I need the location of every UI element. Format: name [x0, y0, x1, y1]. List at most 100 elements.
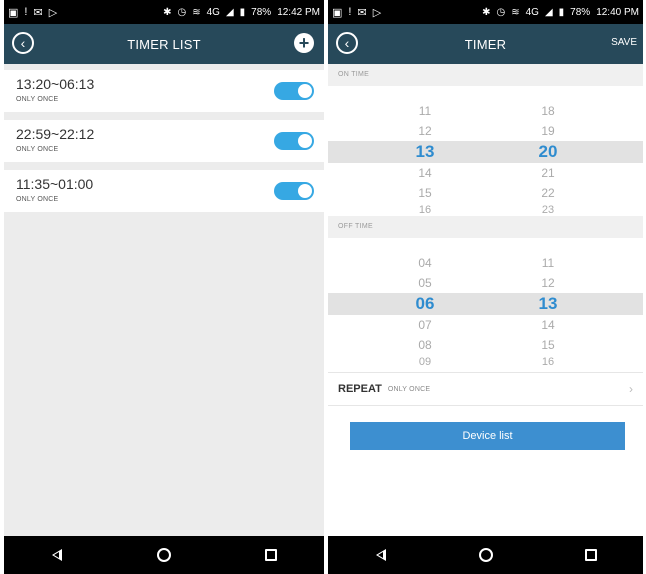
picker-selection-band — [328, 293, 643, 315]
app-bar: ‹ TIMER LIST + — [4, 24, 324, 64]
on-time-label: ON TIME — [328, 64, 643, 86]
nav-back-icon[interactable] — [45, 543, 69, 567]
toggle-knob — [298, 134, 312, 148]
play-icon: ▷ — [372, 6, 382, 19]
status-time: 12:40 PM — [596, 6, 639, 18]
nav-home-icon[interactable] — [474, 543, 498, 567]
alarm-icon: ◷ — [177, 6, 187, 18]
navigation-bar — [4, 536, 324, 574]
battery-level: 78% — [251, 6, 272, 18]
back-circle-icon[interactable]: ‹ — [336, 32, 358, 54]
timer-range: 22:59~22:12 — [16, 126, 95, 142]
off-minute-wheel[interactable]: 11 12 13 14 15 16 — [518, 253, 578, 365]
picker-value: 14 — [541, 318, 555, 332]
toggle-knob — [298, 184, 312, 198]
device-list-button[interactable]: Device list — [350, 422, 625, 450]
repeat-label: REPEAT — [338, 383, 382, 395]
picker-value: 07 — [418, 318, 432, 332]
repeat-value: ONLY ONCE — [387, 385, 431, 393]
picker-value: 23 — [541, 204, 555, 213]
list-item[interactable]: 11:35~01:00 ONLY ONCE — [4, 170, 324, 212]
back-circle-icon[interactable]: ‹ — [12, 32, 34, 54]
nav-recent-icon[interactable] — [579, 543, 603, 567]
timer-range: 11:35~01:00 — [16, 176, 94, 192]
navigation-bar — [328, 536, 643, 574]
system-icons: ✱ ◷ ≋ 4G ◢ ▮ 78% 12:42 PM — [163, 7, 320, 18]
timer-range: 13:20~06:13 — [16, 76, 95, 92]
picker-value: 12 — [541, 276, 555, 290]
wifi-icon: ≋ — [511, 6, 520, 18]
chevron-right-icon: › — [629, 382, 633, 396]
timer-list: 13:20~06:13 ONLY ONCE 22:59~22:12 ONLY O… — [4, 70, 324, 220]
selected-hour: 13 — [415, 142, 435, 161]
timer-toggle[interactable] — [274, 82, 314, 100]
alert-icon: ! — [348, 6, 352, 18]
alarm-icon: ◷ — [496, 6, 506, 18]
play-icon: ▷ — [48, 6, 58, 19]
notification-icons: ▣ ! ✉ ▷ — [8, 6, 57, 19]
picker-value: 05 — [418, 276, 432, 290]
network-type: 4G — [206, 6, 220, 18]
status-bar: ▣ ! ✉ ▷ ✱ ◷ ≋ 4G ◢ ▮ 78% 12:40 PM — [328, 0, 643, 24]
list-item[interactable]: 22:59~22:12 ONLY ONCE — [4, 120, 324, 162]
app-bar: ‹ TIMER SAVE — [328, 24, 643, 64]
nav-recent-icon[interactable] — [259, 543, 283, 567]
image-icon: ▣ — [332, 6, 343, 19]
picker-value: 15 — [418, 186, 432, 200]
timer-repeat: ONLY ONCE — [16, 146, 59, 153]
picker-value: 19 — [541, 124, 555, 138]
on-hour-wheel[interactable]: 11 12 13 14 15 16 — [395, 101, 455, 213]
wifi-icon: ≋ — [192, 6, 201, 18]
system-icons: ✱ ◷ ≋ 4G ◢ ▮ 78% 12:40 PM — [482, 7, 639, 18]
battery-level: 78% — [570, 6, 591, 18]
signal-icon: ◢ — [225, 6, 234, 18]
network-type: 4G — [525, 6, 539, 18]
alert-icon: ! — [24, 6, 28, 18]
timer-list-screen: ▣ ! ✉ ▷ ✱ ◷ ≋ 4G ◢ ▮ 78% 12:42 PM ‹ TIME… — [4, 0, 324, 574]
battery-icon: ▮ — [558, 6, 565, 18]
timer-repeat: ONLY ONCE — [16, 196, 59, 203]
on-minute-wheel[interactable]: 18 19 20 21 22 23 — [518, 101, 578, 213]
image-icon: ▣ — [8, 6, 19, 19]
picker-value: 08 — [418, 338, 432, 352]
picker-value: 11 — [418, 104, 432, 118]
picker-value: 11 — [541, 256, 555, 270]
picker-value: 09 — [418, 356, 432, 365]
signal-icon: ◢ — [544, 6, 553, 18]
off-time-label: OFF TIME — [328, 216, 643, 238]
toggle-knob — [298, 84, 312, 98]
mail-icon: ✉ — [357, 6, 367, 19]
picker-selection-band — [328, 141, 643, 163]
picker-value: 22 — [541, 186, 555, 200]
picker-value: 14 — [418, 166, 432, 180]
add-icon[interactable]: + — [294, 33, 314, 53]
timer-repeat: ONLY ONCE — [16, 96, 59, 103]
list-item[interactable]: 13:20~06:13 ONLY ONCE — [4, 70, 324, 112]
selected-minute: 20 — [538, 142, 558, 161]
picker-value: 21 — [541, 166, 555, 180]
picker-value: 04 — [418, 256, 432, 270]
repeat-setting[interactable]: REPEAT ONLY ONCE › — [328, 372, 643, 406]
page-title: TIMER LIST — [127, 36, 201, 52]
bluetooth-icon: ✱ — [482, 6, 491, 18]
timer-edit-screen: ▣ ! ✉ ▷ ✱ ◷ ≋ 4G ◢ ▮ 78% 12:40 PM ‹ TIME… — [328, 0, 643, 574]
selected-hour: 06 — [415, 294, 435, 313]
off-time-picker[interactable]: 04 05 06 07 08 09 11 12 13 14 15 16 — [328, 238, 643, 368]
timer-toggle[interactable] — [274, 182, 314, 200]
timer-toggle[interactable] — [274, 132, 314, 150]
on-time-picker[interactable]: 11 12 13 14 15 16 18 19 20 21 22 23 — [328, 86, 643, 216]
save-button[interactable]: SAVE — [611, 37, 637, 48]
mail-icon: ✉ — [33, 6, 43, 19]
picker-value: 16 — [541, 356, 555, 365]
nav-back-icon[interactable] — [369, 543, 393, 567]
off-hour-wheel[interactable]: 04 05 06 07 08 09 — [395, 253, 455, 365]
picker-value: 18 — [541, 104, 555, 118]
status-bar: ▣ ! ✉ ▷ ✱ ◷ ≋ 4G ◢ ▮ 78% 12:42 PM — [4, 0, 324, 24]
battery-icon: ▮ — [239, 6, 246, 18]
page-title: TIMER — [464, 36, 507, 52]
status-time: 12:42 PM — [277, 6, 320, 18]
nav-home-icon[interactable] — [152, 543, 176, 567]
selected-minute: 13 — [538, 294, 558, 313]
bluetooth-icon: ✱ — [163, 6, 172, 18]
picker-value: 12 — [418, 124, 432, 138]
